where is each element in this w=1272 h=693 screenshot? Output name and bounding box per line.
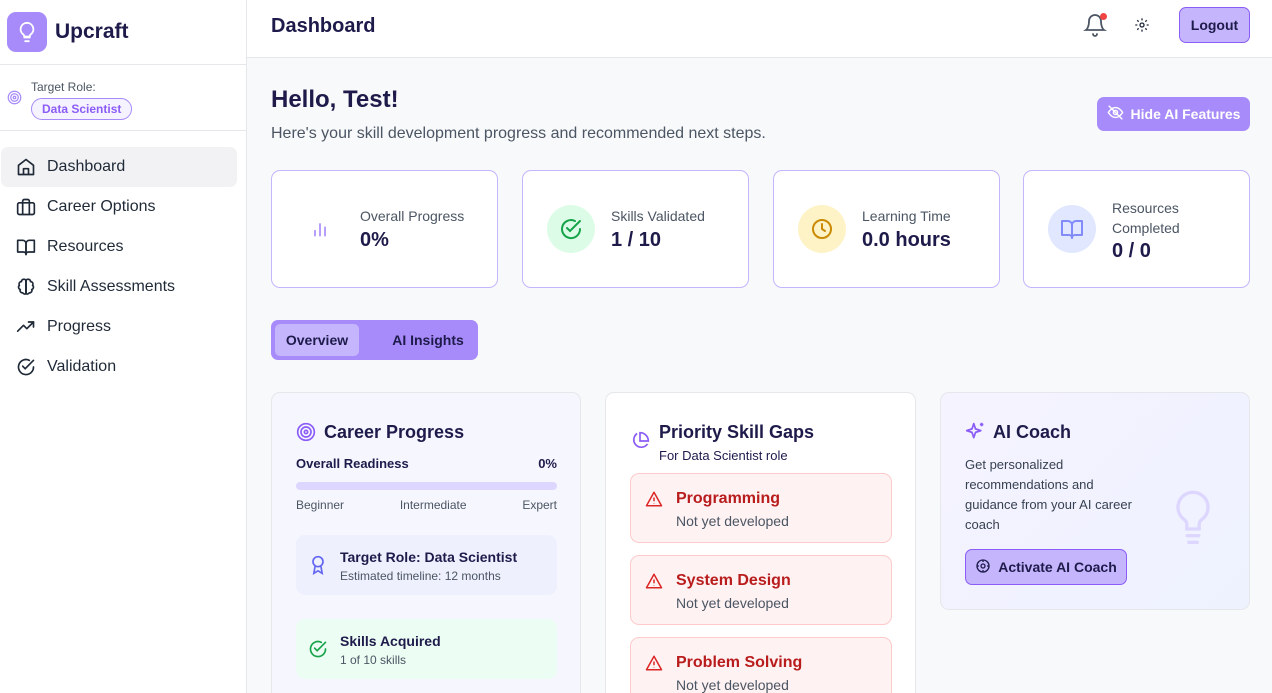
top-header: Dashboard Logout [247,0,1272,58]
target-role-section: Target Role: Data Scientist [0,65,246,131]
sidebar-item-label: Validation [47,358,117,375]
target-role-timeline: Estimated timeline: 12 months [340,569,501,583]
readiness-value: 0% [538,456,557,471]
readiness-label: Overall Readiness [296,456,409,471]
skill-gap-item[interactable]: Problem Solving Not yet developed [630,637,892,693]
lightbulb-icon [1173,489,1213,549]
greeting-subtitle: Here's your skill development progress a… [271,125,766,142]
sidebar-item-dashboard[interactable]: Dashboard [1,147,237,187]
stat-card-resources-completed: Resources Completed 0 / 0 [1023,170,1250,288]
alert-triangle-icon [645,490,663,508]
activate-ai-coach-button[interactable]: Activate AI Coach [965,549,1127,585]
stat-card-overall-progress: Overall Progress 0% [271,170,498,288]
readiness-scale: Beginner Intermediate Expert [296,498,557,512]
check-circle-icon [547,205,595,253]
readiness-progress-bar [296,482,557,490]
greeting: Hello, Test! [271,86,399,113]
sparkles-icon [965,421,986,447]
sidebar-item-label: Skill Assessments [47,278,176,295]
readiness-row: Overall Readiness 0% [296,456,557,471]
sidebar-item-career-options[interactable]: Career Options [1,187,237,227]
alert-triangle-icon [645,572,663,590]
target-role-title: Target Role: Data Scientist [340,549,518,565]
tab-overview[interactable]: Overview [275,324,359,356]
sidebar-item-label: Progress [47,318,112,335]
logout-button[interactable]: Logout [1179,7,1250,43]
skill-gap-status: Not yet developed [676,513,789,529]
skills-acquired-info: Skills Acquired 1 of 10 skills [296,619,557,679]
gear-icon[interactable] [1134,17,1150,33]
skills-acquired-title: Skills Acquired [340,633,441,649]
stat-card-learning-time: Learning Time 0.0 hours [773,170,1000,288]
brand: Upcraft [0,0,246,65]
target-icon [296,422,316,447]
target-role-badge[interactable]: Data Scientist [31,98,133,120]
check-circle-icon [308,639,328,659]
hide-ai-features-button[interactable]: Hide AI Features [1097,97,1250,131]
ai-coach-card: AI Coach Get personalized recommendation… [940,392,1250,610]
skills-acquired-count: 1 of 10 skills [340,653,407,667]
notification-dot [1100,13,1107,20]
sidebar-item-label: Dashboard [47,158,126,175]
lightbulb-icon [7,12,47,52]
sidebar-item-validation[interactable]: Validation [1,347,237,387]
page-title: Dashboard [271,15,376,37]
skill-gaps-subtitle: For Data Scientist role [659,448,788,463]
pie-chart-icon [630,431,650,456]
clock-icon [798,205,846,253]
bar-chart-icon [296,205,344,253]
scale-intermediate: Intermediate [399,498,467,512]
skill-gap-name: System Design [676,572,791,589]
target-role-label: Target Role: [31,80,96,94]
stat-label: Learning Time [862,208,951,224]
skill-gap-name: Programming [676,490,781,507]
stat-label: Overall Progress [360,208,465,224]
activate-ai-coach-label: Activate AI Coach [998,559,1117,575]
hide-ai-features-label: Hide AI Features [1130,106,1241,122]
stat-card-skills-validated: Skills Validated 1 / 10 [522,170,749,288]
target-icon [7,90,22,110]
skill-gap-item[interactable]: System Design Not yet developed [630,555,892,625]
scale-beginner: Beginner [296,498,345,512]
sidebar-item-resources[interactable]: Resources [1,227,237,267]
stat-value: 0% [360,229,389,251]
stat-label: Resources Completed [1112,200,1180,236]
sidebar-item-label: Career Options [47,198,156,215]
skill-gap-status: Not yet developed [676,595,789,611]
skill-gaps-title: Priority Skill Gaps [659,422,815,442]
book-open-icon [1048,205,1096,253]
sidebar-item-skill-assessments[interactable]: Skill Assessments [1,267,237,307]
ai-coach-description: Get personalized recommendations and gui… [965,457,1132,532]
sidebar-item-progress[interactable]: Progress [1,307,237,347]
view-tabs: Overview AI Insights [271,320,478,360]
home-icon [16,157,36,177]
stat-value: 0 / 0 [1112,240,1151,262]
app-name: Upcraft [55,20,129,43]
career-progress-title: Career Progress [324,422,465,442]
skill-gaps-card: Priority Skill Gaps For Data Scientist r… [605,392,916,693]
skill-gap-item[interactable]: Programming Not yet developed [630,473,892,543]
target-role-info: Target Role: Data Scientist Estimated ti… [296,535,557,595]
award-icon [308,555,328,575]
sidebar-item-label: Resources [47,238,124,255]
eye-off-icon [1107,104,1124,124]
sidebar-nav: Dashboard Career Options Resources Skill… [0,131,246,387]
sidebar: Upcraft Target Role: Data Scientist Dash… [0,0,247,693]
brain-icon [16,277,36,297]
stat-value: 0.0 hours [862,229,951,251]
book-icon [16,237,36,257]
career-progress-card: Career Progress Overall Readiness 0% Beg… [271,392,581,693]
briefcase-icon [16,197,36,217]
bot-icon [975,558,991,577]
skill-gap-name: Problem Solving [676,654,803,671]
skill-gap-status: Not yet developed [676,677,789,693]
tab-ai-insights[interactable]: AI Insights [383,324,473,356]
alert-triangle-icon [645,654,663,672]
stat-label: Skills Validated [611,208,705,224]
check-circle-icon [16,357,36,377]
trending-up-icon [16,317,36,337]
stat-value: 1 / 10 [611,229,662,251]
ai-coach-title: AI Coach [993,422,1072,442]
scale-expert: Expert [522,498,557,512]
